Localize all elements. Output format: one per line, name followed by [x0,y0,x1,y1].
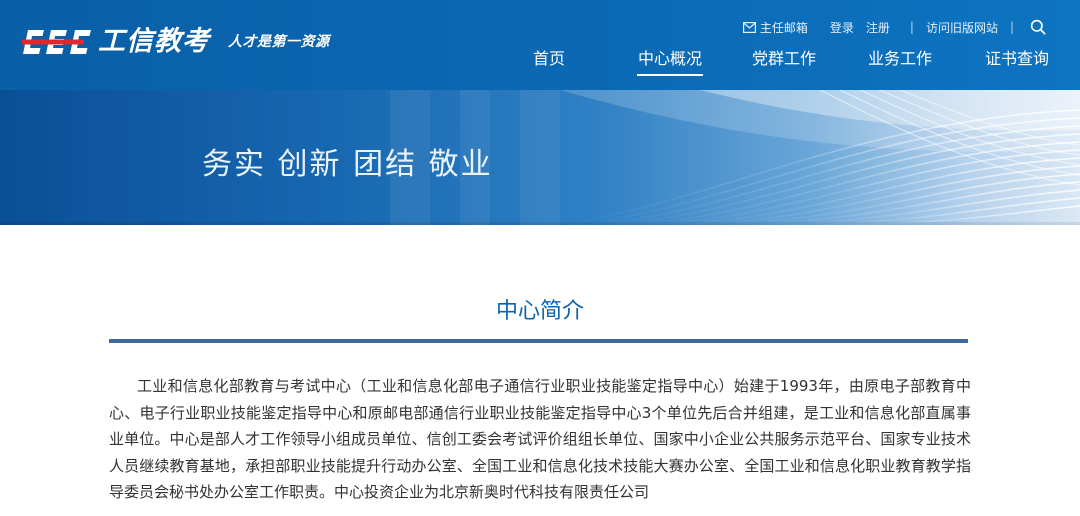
site-name: 工信教考 [98,26,210,57]
site-logo[interactable]: 工信教考 人才是第一资源 [22,26,330,58]
separator: | [909,20,914,34]
banner: 务实 创新 团结 敬业 [0,90,1080,225]
nav-party-work[interactable]: 党群工作 [752,46,816,76]
cec-logo-icon [22,30,91,54]
banner-motto: 务实 创新 团结 敬业 [202,147,493,182]
nav-home[interactable]: 首页 [532,46,566,76]
old-site-link[interactable]: 访问旧版网站 [926,19,998,36]
site-header: 工信教考 人才是第一资源 主任邮箱 登录 注册 | 访问旧版网站 | 首页 中心… [0,0,1080,90]
search-icon[interactable] [1030,19,1046,35]
title-divider [109,339,968,343]
director-mailbox-label: 主任邮箱 [759,20,808,35]
top-links: 主任邮箱 登录 注册 | 访问旧版网站 | [742,17,1046,37]
register-link[interactable]: 注册 [866,19,890,36]
separator: | [1009,20,1014,34]
nav-business-work[interactable]: 业务工作 [868,46,932,76]
center-intro-text: 工业和信息化部教育与考试中心（工业和信息化部电子通信行业职业技能鉴定指导中心）始… [109,377,971,501]
nav-certificate-query[interactable]: 证书查询 [985,46,1049,76]
banner-wave-graphic [390,90,1080,225]
login-link[interactable]: 登录 [830,19,854,36]
director-mailbox-link[interactable]: 主任邮箱 [742,19,808,36]
mail-icon [742,21,756,33]
banner-bottom-edge [0,222,1080,225]
nav-center-overview[interactable]: 中心概况 [637,46,703,76]
section-title: 中心简介 [495,299,584,324]
site-slogan: 人才是第一资源 [228,34,330,50]
